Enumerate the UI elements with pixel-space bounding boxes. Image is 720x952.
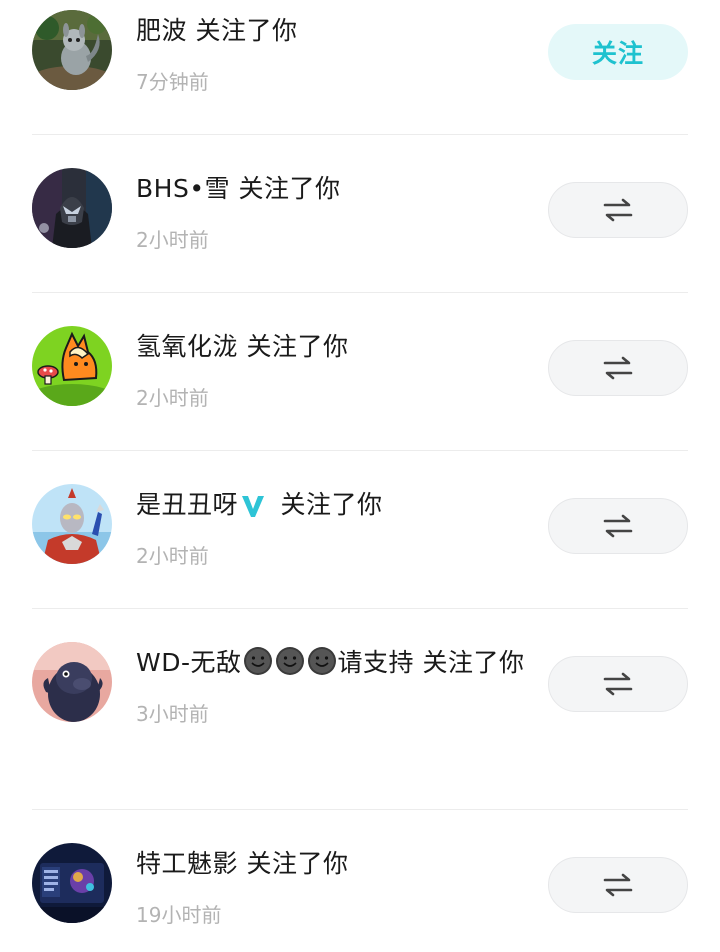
timestamp: 2小时前 <box>136 228 209 252</box>
avatar[interactable] <box>32 326 112 406</box>
mutual-follow-icon <box>603 356 633 380</box>
action-text: 关注了你 <box>246 849 349 878</box>
timestamp: 2小时前 <box>136 386 209 410</box>
list-item[interactable]: 是丑丑呀 关注了你 2小时前 <box>0 451 720 609</box>
follow-back-button[interactable]: 关注 <box>548 24 688 80</box>
avatar[interactable] <box>32 168 112 248</box>
action-text: 关注了你 <box>195 16 298 45</box>
username-suffix: 请支持 <box>337 648 415 677</box>
armored-hero-avatar <box>32 168 112 248</box>
follower-notification-list: 肥波 关注了你 7分钟前 关注 BHS•雪 关注了你 2小时前 氢氧化泷 关注了… <box>0 0 720 952</box>
smiley-emoji-icon <box>243 647 272 675</box>
avatar[interactable] <box>32 642 112 722</box>
mutual-follow-icon <box>603 514 633 538</box>
notification-text: 是丑丑呀 关注了你 <box>136 484 528 526</box>
mutual-follow-icon <box>603 873 633 897</box>
mutual-follow-button[interactable] <box>548 498 688 554</box>
verified-v-icon <box>242 496 265 517</box>
username[interactable]: 氢氧化泷 <box>136 332 238 361</box>
smiley-emoji-icon <box>275 647 304 675</box>
cartoon-fox-mushroom-avatar <box>32 326 112 406</box>
action-text: 关注了你 <box>238 174 341 203</box>
ultraman-avatar <box>32 484 112 564</box>
username[interactable]: 肥波 <box>136 16 187 45</box>
notification-text: 肥波 关注了你 <box>136 10 528 52</box>
mutual-follow-button[interactable] <box>548 656 688 712</box>
mutual-follow-button[interactable] <box>548 857 688 913</box>
avatar[interactable] <box>32 843 112 923</box>
action-text: 关注了你 <box>246 332 349 361</box>
timestamp: 19小时前 <box>136 903 222 927</box>
timestamp: 2小时前 <box>136 544 209 568</box>
avatar[interactable] <box>32 484 112 564</box>
mutual-follow-icon <box>603 672 633 696</box>
follow-button-label: 关注 <box>591 39 644 68</box>
game-screen-avatar <box>32 843 112 923</box>
timestamp: 7分钟前 <box>136 70 209 94</box>
list-item[interactable]: 特工魅影 关注了你 19小时前 <box>0 810 720 952</box>
cartoon-squirrel-avatar <box>32 10 112 90</box>
list-item[interactable]: WD-无敌 请支持 关注了你 3小时前 <box>0 609 720 810</box>
username[interactable]: 特工魅影 <box>136 849 238 878</box>
username-prefix: WD-无敌 <box>136 648 242 677</box>
notification-text: WD-无敌 请支持 关注了你 <box>136 642 528 684</box>
notification-text: BHS•雪 关注了你 <box>136 168 528 210</box>
username[interactable]: BHS•雪 <box>136 174 230 203</box>
timestamp: 3小时前 <box>136 702 209 726</box>
list-item[interactable]: 肥波 关注了你 7分钟前 关注 <box>0 0 720 135</box>
avatar[interactable] <box>32 10 112 90</box>
notification-text: 氢氧化泷 关注了你 <box>136 326 528 368</box>
smiley-emoji-icon <box>307 647 336 675</box>
username[interactable]: WD-无敌 请支持 <box>136 647 415 677</box>
list-item[interactable]: 氢氧化泷 关注了你 2小时前 <box>0 293 720 451</box>
mutual-follow-button[interactable] <box>548 182 688 238</box>
dark-bird-avatar <box>32 642 112 722</box>
list-item[interactable]: BHS•雪 关注了你 2小时前 <box>0 135 720 293</box>
mutual-follow-button[interactable] <box>548 340 688 396</box>
mutual-follow-icon <box>603 198 633 222</box>
action-text: 关注了你 <box>422 648 525 677</box>
notification-text: 特工魅影 关注了你 <box>136 843 528 885</box>
username[interactable]: 是丑丑呀 <box>136 490 238 519</box>
action-text: 关注了你 <box>280 490 383 519</box>
